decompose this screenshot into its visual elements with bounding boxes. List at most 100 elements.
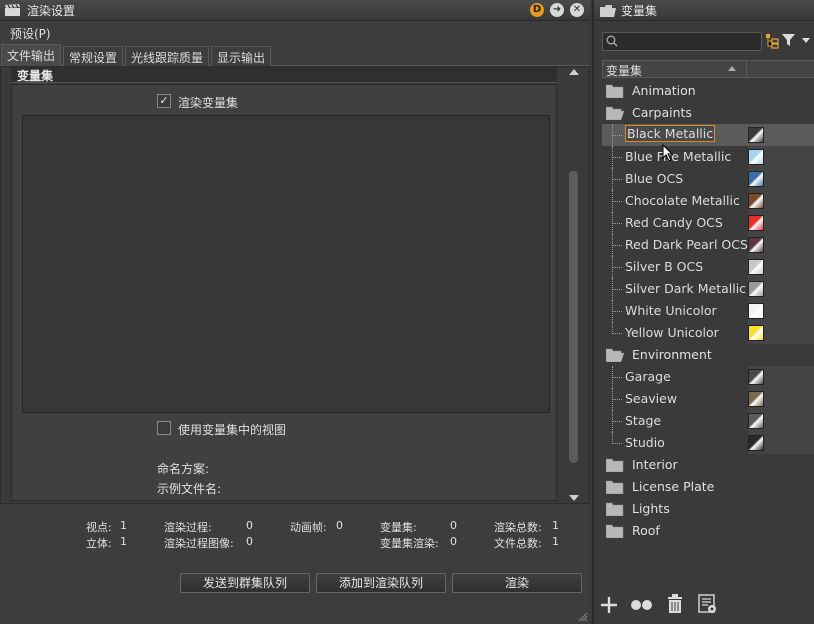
tree-folder-interior[interactable]: Interior (602, 454, 814, 476)
tree-item-yellow-unicolor[interactable]: Yellow Unicolor (602, 322, 814, 344)
tree-item-label: Garage (625, 369, 671, 384)
tree-item-white-unicolor[interactable]: White Unicolor (602, 300, 814, 322)
stat-variant-sets-label: 变量集: (380, 521, 417, 534)
material-swatch-icon (748, 369, 764, 385)
filter-dropdown-icon[interactable] (802, 38, 810, 43)
tree-folder-roof[interactable]: Roof (602, 520, 814, 542)
render-button[interactable]: 渲染 (452, 573, 582, 593)
add-icon[interactable] (600, 596, 618, 614)
tab-general-settings[interactable]: 常规设置 (63, 46, 124, 66)
tree-folder-label: Animation (632, 83, 696, 98)
tree-item-label: Stage (625, 413, 662, 428)
dock-button[interactable]: D (530, 3, 544, 17)
tree-folder-carpaints[interactable]: Carpaints (602, 102, 814, 124)
tree-item-label: Silver Dark Metallic (625, 281, 747, 296)
trash-icon[interactable] (667, 594, 683, 614)
stat-variant-sets-value: 0 (450, 519, 457, 532)
tree-line (612, 135, 622, 136)
tree-line (612, 289, 622, 290)
tree-item-seaview[interactable]: Seaview (602, 388, 814, 410)
search-row (602, 32, 814, 52)
content-scrollbar[interactable] (567, 67, 581, 503)
float-arrow-button[interactable]: ➜ (550, 3, 564, 17)
stat-render-total-label: 渲染总数: (494, 521, 542, 534)
tab-display-output[interactable]: 显示输出 (211, 46, 272, 66)
tab-raytracing-quality[interactable]: 光线跟踪质量 (125, 46, 210, 66)
tree-item-label-editing[interactable]: Black Metallic (625, 125, 716, 142)
tree-item-red-dark-pearl-ocs[interactable]: Red Dark Pearl OCS (602, 234, 814, 256)
mouse-cursor-icon (662, 144, 674, 162)
variant-sets-panel: 变量集 变量集 Animation Carpaints Black Metallic… (592, 0, 814, 624)
tab-content: 变量集 ✓ 渲染变量集 使用变量集中的视图 命名方案: 示例文件名: (0, 66, 590, 504)
tree-item-label: Yellow Unicolor (625, 325, 719, 340)
tree-line (612, 399, 622, 400)
render-variant-sets-checkbox[interactable]: ✓ (157, 94, 171, 108)
material-swatch-icon (748, 215, 764, 231)
tree-line (612, 421, 622, 422)
clapperboard-icon (5, 4, 20, 16)
script-settings-icon[interactable] (698, 594, 718, 614)
send-to-cluster-button[interactable]: 发送到群集队列 (180, 573, 310, 593)
tree-folder-label: License Plate (632, 479, 715, 494)
tree-item-chocolate-metallic[interactable]: Chocolate Metallic (602, 190, 814, 212)
folder-open-icon (606, 106, 624, 120)
render-settings-titlebar: 渲染设置 D ➜ ✕ (0, 0, 590, 21)
tree-item-label: Blue Fire Metallic (625, 149, 732, 164)
naming-scheme-label: 命名方案: (157, 462, 210, 476)
tree-folder-lights[interactable]: Lights (602, 498, 814, 520)
stat-stereo-value: 1 (120, 535, 127, 548)
menu-presets[interactable]: 预设(P) (10, 25, 51, 42)
tree-item-label: Red Candy OCS (625, 215, 723, 230)
search-icon (606, 35, 618, 47)
material-swatch-icon (748, 259, 764, 275)
material-swatch-icon (748, 171, 764, 187)
tree-item-label: Silver B OCS (625, 259, 704, 274)
link-icon[interactable] (630, 597, 654, 613)
material-swatch-icon (748, 149, 764, 165)
tree-item-red-candy-ocs[interactable]: Red Candy OCS (602, 212, 814, 234)
tree-item-studio[interactable]: Studio (602, 432, 814, 454)
variant-list-header[interactable]: 变量集 (602, 60, 814, 78)
add-to-render-queue-button[interactable]: 添加到渲染队列 (316, 573, 446, 593)
tree-item-black-metallic[interactable]: Black Metallic (602, 124, 814, 146)
tree-line (612, 201, 622, 202)
variant-sets-list-box[interactable] (22, 115, 550, 413)
tab-file-output[interactable]: 文件输出 (1, 44, 62, 67)
variant-sets-section-header[interactable]: 变量集 (11, 67, 557, 83)
stat-stereo-label: 立体: (86, 537, 112, 550)
stat-render-passes-value: 0 (246, 519, 253, 532)
folder-open-icon (600, 5, 616, 17)
tree-item-silver-b-ocs[interactable]: Silver B OCS (602, 256, 814, 278)
render-variant-sets-label: 渲染变量集 (178, 96, 239, 110)
tree-folder-label: Interior (632, 457, 678, 472)
tree-item-blue-fire-metallic[interactable]: Blue Fire Metallic (602, 146, 814, 168)
variant-toolbar (594, 592, 814, 624)
stat-variant-set-renders-value: 0 (450, 535, 457, 548)
close-button[interactable]: ✕ (570, 3, 584, 17)
scroll-up-icon[interactable] (569, 69, 579, 75)
tree-item-label: Chocolate Metallic (625, 193, 740, 208)
tree-folder-label: Environment (632, 347, 712, 362)
tree-view-icon[interactable] (765, 33, 779, 49)
use-views-checkbox[interactable] (157, 421, 171, 435)
resize-grip-icon[interactable] (578, 612, 588, 622)
tree-item-silver-dark-metallic[interactable]: Silver Dark Metallic (602, 278, 814, 300)
tree-folder-environment[interactable]: Environment (602, 344, 814, 366)
variant-sets-titlebar: 变量集 (594, 0, 814, 21)
scroll-down-icon[interactable] (569, 495, 579, 501)
tree-item-label: Red Dark Pearl OCS (625, 237, 748, 252)
search-input[interactable] (602, 32, 762, 51)
folder-closed-icon (606, 84, 624, 98)
stat-render-pass-images-label: 渲染过程图像: (164, 537, 234, 550)
render-settings-window: 渲染设置 D ➜ ✕ 预设(P) 文件输出 常规设置 光线跟踪质量 显示输出 变… (0, 0, 590, 624)
tab-bar: 文件输出 常规设置 光线跟踪质量 显示输出 (0, 44, 590, 67)
tree-folder-animation[interactable]: Animation (602, 80, 814, 102)
tree-folder-license-plate[interactable]: License Plate (602, 476, 814, 498)
scrollbar-thumb[interactable] (569, 171, 578, 463)
filter-icon[interactable] (782, 34, 796, 47)
folder-open-icon (606, 348, 624, 362)
tree-item-stage[interactable]: Stage (602, 410, 814, 432)
tree-item-garage[interactable]: Garage (602, 366, 814, 388)
variant-tree: Animation Carpaints Black Metallic Blue Fir… (602, 80, 814, 550)
tree-item-blue-ocs[interactable]: Blue OCS (602, 168, 814, 190)
